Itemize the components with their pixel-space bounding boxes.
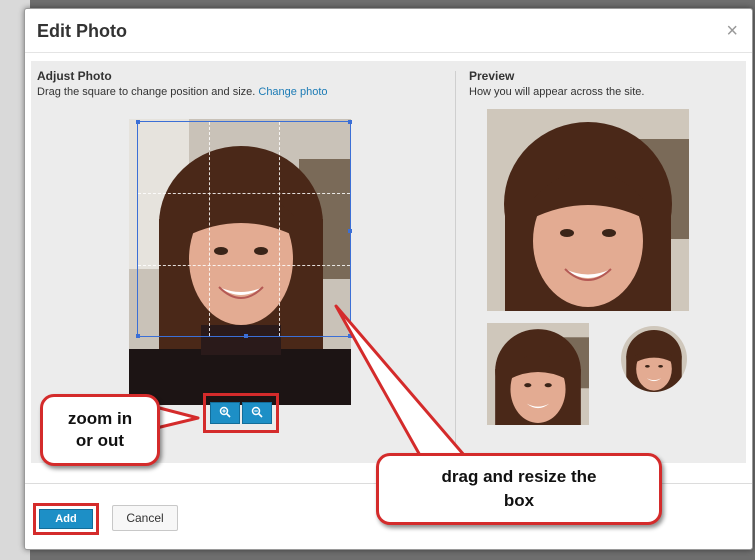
zoom-out-icon: [251, 406, 263, 421]
resize-handle[interactable]: [348, 334, 352, 338]
preview-medium-image: [487, 323, 589, 425]
resize-handle[interactable]: [244, 334, 248, 338]
column-divider: [455, 71, 456, 451]
resize-handle[interactable]: [348, 229, 352, 233]
cancel-button[interactable]: Cancel: [112, 505, 178, 531]
crop-grid-line: [138, 193, 350, 195]
add-button[interactable]: Add: [39, 509, 93, 529]
adjust-photo-instructions: Drag the square to change position and s…: [37, 86, 328, 98]
resize-handle[interactable]: [348, 120, 352, 124]
close-icon[interactable]: ×: [726, 21, 738, 41]
header-divider: [25, 52, 752, 53]
preview-large-image: [487, 109, 689, 311]
add-button-highlight: Add: [33, 503, 99, 535]
dialog-title: Edit Photo: [37, 21, 127, 41]
drag-resize-callout: drag and resize the box: [376, 453, 662, 525]
preview-subtitle: How you will appear across the site.: [469, 86, 645, 98]
zoom-out-button[interactable]: [242, 402, 272, 424]
resize-handle[interactable]: [136, 334, 140, 338]
adjust-photo-title: Adjust Photo: [37, 69, 112, 83]
change-photo-link[interactable]: Change photo: [258, 86, 327, 98]
drag-callout-line1: drag and resize the: [441, 467, 597, 486]
adjust-photo-subtitle: Drag the square to change position and s…: [37, 86, 256, 98]
crop-square[interactable]: [136, 120, 352, 338]
zoom-in-button[interactable]: [210, 402, 240, 424]
crop-grid-line: [279, 122, 281, 336]
preview-title: Preview: [469, 69, 515, 83]
drag-callout-line2: box: [503, 491, 535, 510]
zoom-in-icon: [219, 406, 231, 421]
zoom-callout-line2: or out: [75, 431, 125, 450]
crop-grid-line: [208, 122, 210, 336]
zoom-callout: zoom in or out: [40, 394, 160, 466]
preview-small-round-image: [621, 326, 687, 392]
zoom-callout-line1: zoom in: [67, 409, 133, 428]
zoom-controls-highlight: [203, 393, 279, 433]
resize-handle[interactable]: [136, 120, 140, 124]
crop-grid-line: [138, 264, 350, 266]
